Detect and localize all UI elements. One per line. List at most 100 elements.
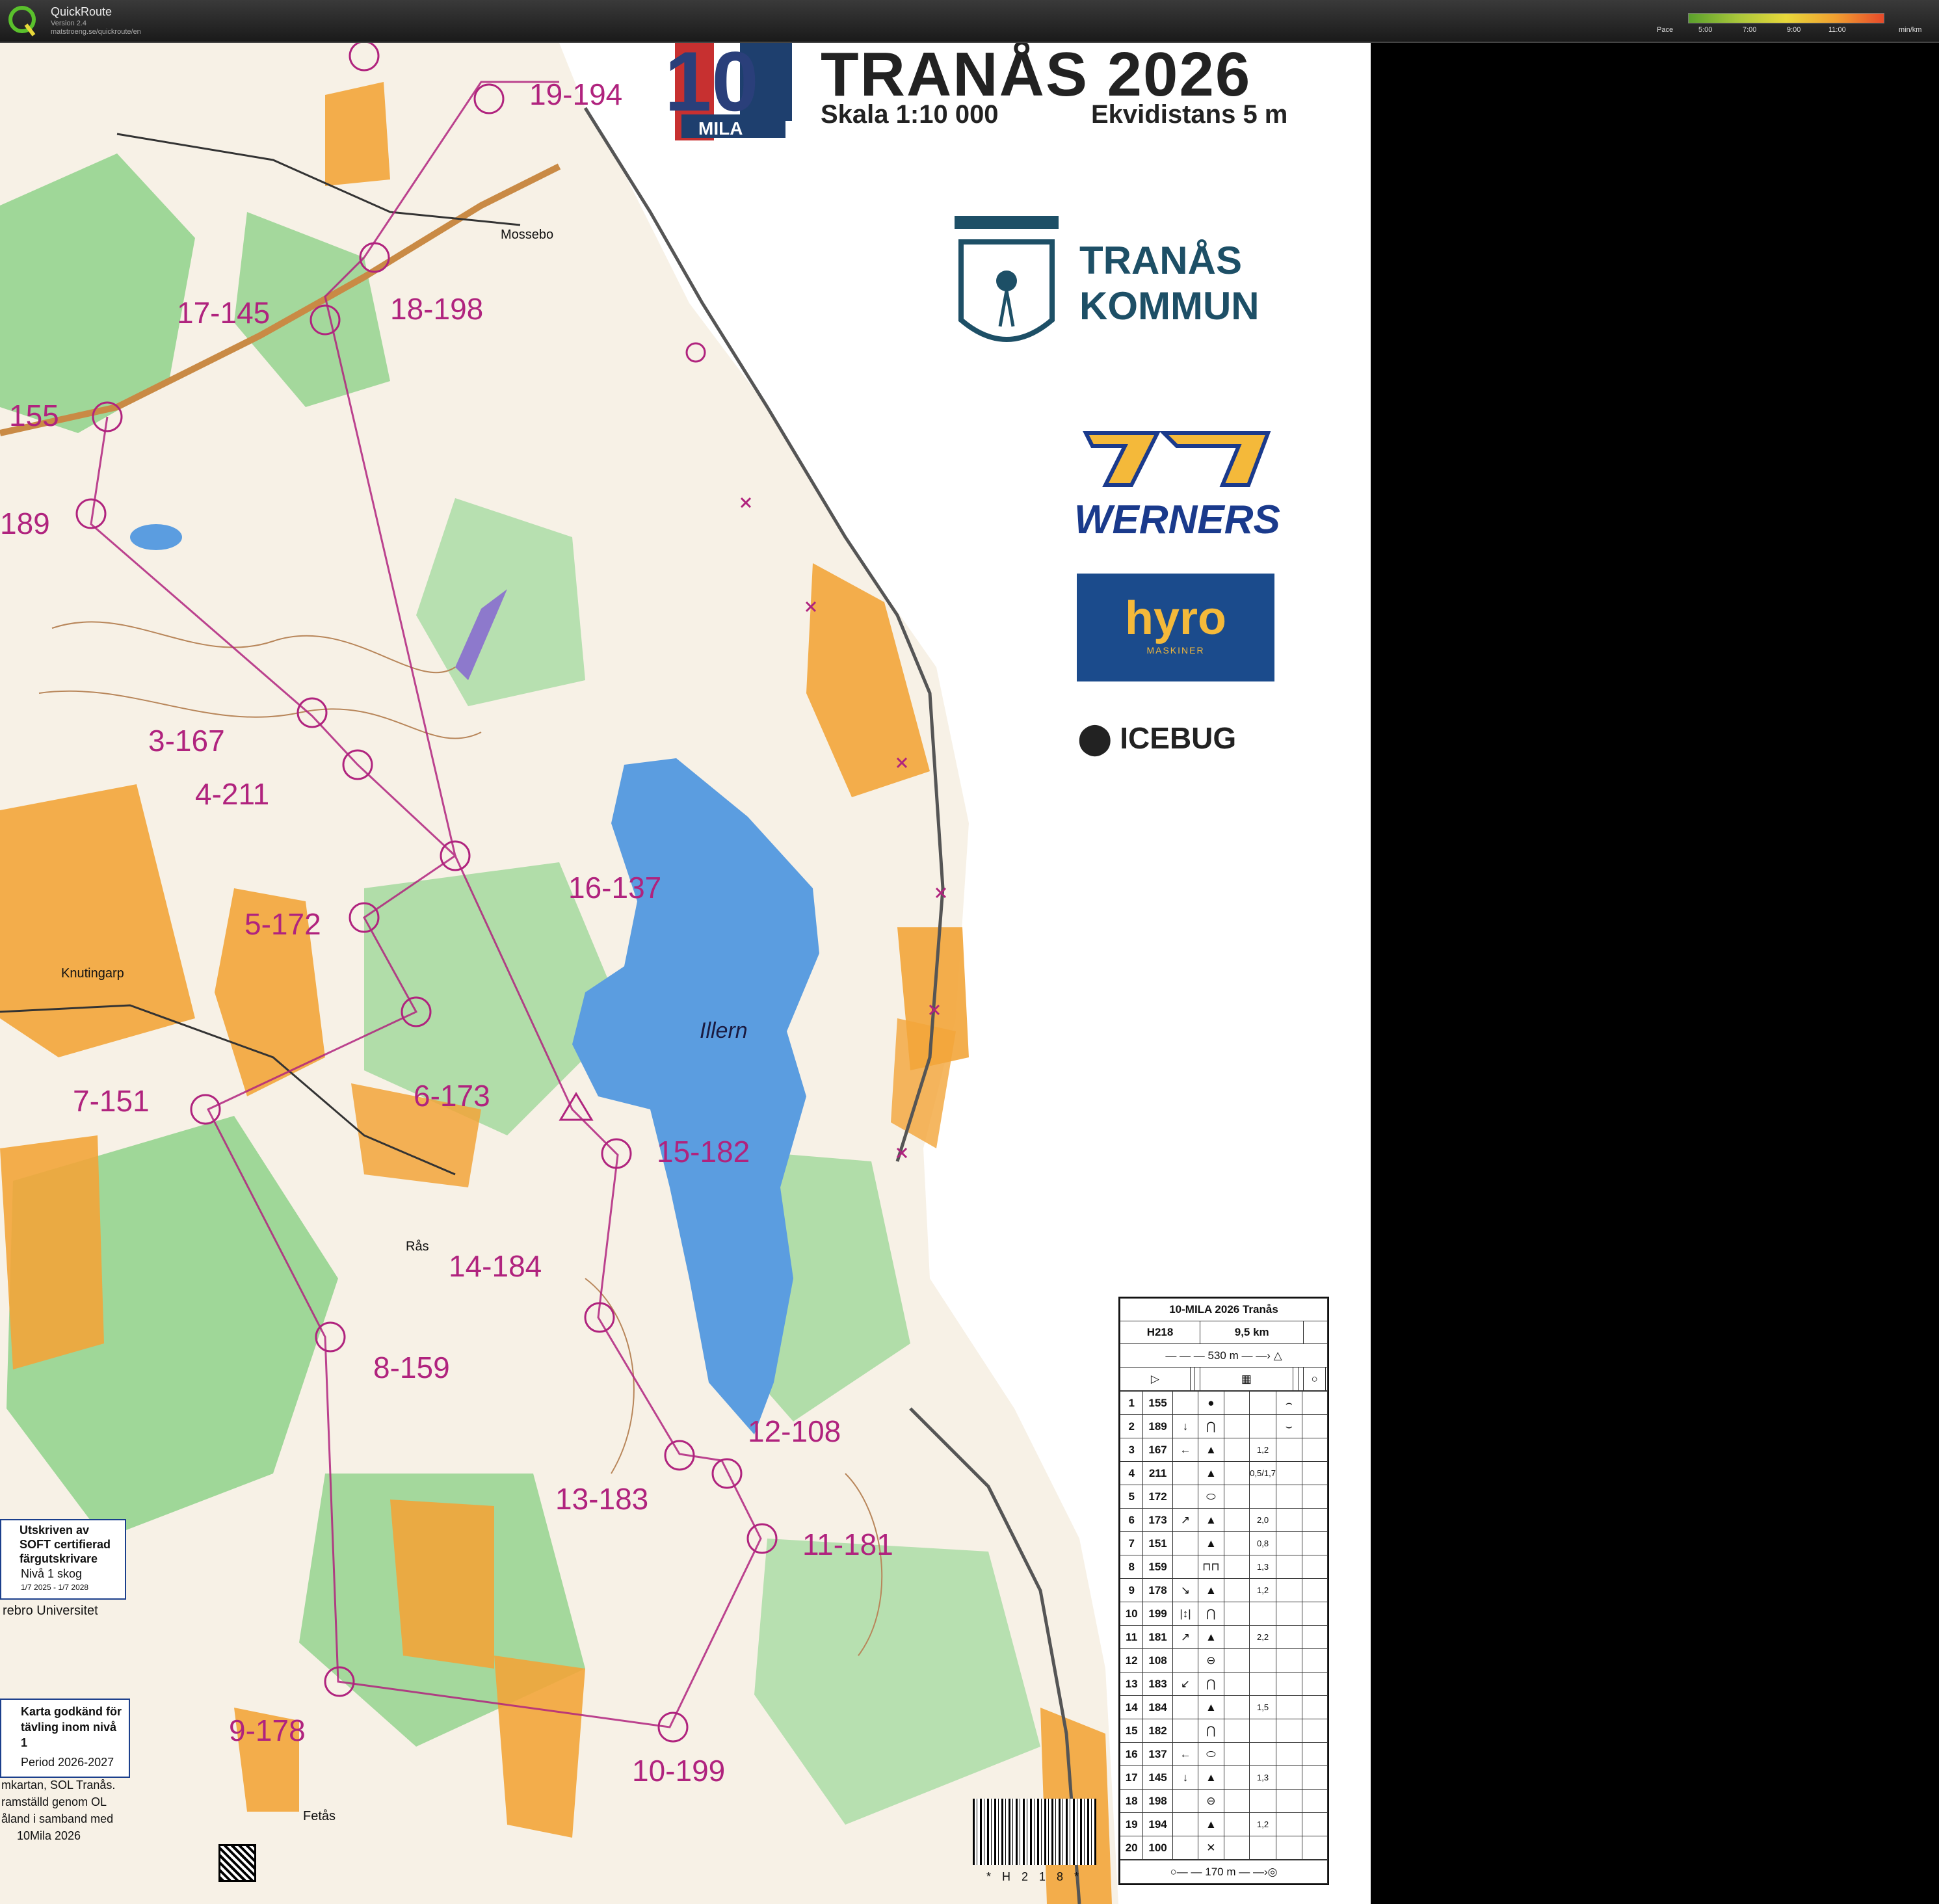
desc-appearance — [1223, 1742, 1250, 1766]
pace-tick-2: 7:00 — [1743, 26, 1757, 34]
desc-appearance — [1223, 1695, 1250, 1719]
desc-location — [1276, 1836, 1302, 1860]
desc-appearance — [1223, 1672, 1250, 1696]
desc-dimensions: 0,5/1,7 — [1248, 1461, 1277, 1485]
desc-location — [1276, 1531, 1302, 1555]
desc-location — [1276, 1485, 1302, 1509]
hyro-logo-text: hyro — [1124, 592, 1227, 644]
place-label-fetas: Fetås — [303, 1809, 336, 1823]
desc-other — [1301, 1789, 1328, 1813]
location-icon: ○ — [1303, 1367, 1326, 1391]
control-label: 16-137 — [568, 871, 662, 905]
desc-dimensions: 1,2 — [1248, 1578, 1277, 1602]
desc-location — [1276, 1695, 1302, 1719]
app-url[interactable]: matstroeng.se/quickroute/en — [51, 28, 141, 36]
approval-box: Karta godkänd för tävling inom nivå 1 Pe… — [0, 1699, 130, 1778]
desc-control-number: 9 — [1119, 1578, 1144, 1602]
desc-location — [1276, 1602, 1302, 1626]
control-label: 155 — [9, 399, 59, 432]
desc-class: H218 — [1119, 1321, 1201, 1344]
desc-direction — [1172, 1555, 1199, 1579]
desc-row: 4 211 ▲ 0,5/1,7 — [1119, 1461, 1328, 1485]
desc-control-number: 20 — [1119, 1836, 1144, 1860]
pace-tick-1: 5:00 — [1698, 26, 1713, 34]
desc-control-number: 14 — [1119, 1695, 1144, 1719]
desc-direction: ↗ — [1172, 1625, 1199, 1649]
desc-dimensions: 1,5 — [1248, 1695, 1277, 1719]
desc-appearance — [1223, 1555, 1250, 1579]
desc-feature: ▲ — [1198, 1531, 1224, 1555]
desc-control-number: 6 — [1119, 1508, 1144, 1532]
control-label: 13-183 — [555, 1482, 649, 1516]
desc-row: 8 159 ⊓⊓ 1,3 — [1119, 1555, 1328, 1579]
desc-other — [1301, 1438, 1328, 1462]
desc-location — [1276, 1742, 1302, 1766]
soft-certification-box: Utskriven av SOFT certifierad färgutskri… — [0, 1519, 126, 1600]
tranas-logo-line2: KOMMUN — [1079, 284, 1260, 328]
desc-other — [1301, 1648, 1328, 1673]
desc-feature: ⋂ — [1198, 1719, 1224, 1743]
desc-appearance — [1223, 1508, 1250, 1532]
barcode-text: * H 2 1 8 * — [986, 1870, 1083, 1883]
desc-other — [1301, 1625, 1328, 1649]
desc-control-code: 151 — [1142, 1531, 1173, 1555]
pace-color-scale[interactable] — [1688, 13, 1884, 23]
desc-appearance — [1223, 1812, 1250, 1836]
desc-appearance — [1223, 1789, 1250, 1813]
desc-control-code: 155 — [1142, 1391, 1173, 1415]
desc-dimensions — [1248, 1789, 1277, 1813]
desc-other — [1301, 1531, 1328, 1555]
approval-period: Period 2026-2027 — [21, 1756, 114, 1769]
credits-line: ramställd genom OL — [1, 1795, 107, 1808]
desc-row: 14 184 ▲ 1,5 — [1119, 1695, 1328, 1719]
control-label: 4-211 — [195, 777, 270, 811]
desc-appearance — [1223, 1485, 1250, 1509]
lake-label-illern: Illern — [700, 1018, 748, 1043]
desc-row: 12 108 ⊖ — [1119, 1648, 1328, 1673]
desc-row: 17 145 ↓ ▲ 1,3 — [1119, 1765, 1328, 1790]
desc-dimensions — [1248, 1414, 1277, 1438]
desc-control-number: 1 — [1119, 1391, 1144, 1415]
university-text: rebro Universitet — [3, 1604, 98, 1618]
desc-control-code: 173 — [1142, 1508, 1173, 1532]
desc-direction — [1172, 1719, 1199, 1743]
orienteering-map[interactable]: 10 MILA TRANÅS 20 2 6 Skala 1:10 000 Ekvid… — [0, 43, 1371, 1904]
desc-control-code: 172 — [1142, 1485, 1173, 1509]
desc-direction — [1172, 1485, 1199, 1509]
desc-feature: ▲ — [1198, 1812, 1224, 1836]
desc-control-code: 167 — [1142, 1438, 1173, 1462]
desc-control-number: 16 — [1119, 1742, 1144, 1766]
desc-location — [1276, 1765, 1302, 1790]
desc-row: 13 183 ↙ ⋂ — [1119, 1672, 1328, 1696]
soft-period: 1/7 2025 - 1/7 2028 — [21, 1583, 89, 1592]
credits-line: 10Mila 2026 — [17, 1829, 81, 1842]
desc-feature: ▲ — [1198, 1695, 1224, 1719]
desc-other — [1301, 1485, 1328, 1509]
desc-direction: ← — [1172, 1742, 1199, 1766]
desc-control-number: 11 — [1119, 1625, 1144, 1649]
desc-control-code: 199 — [1142, 1602, 1173, 1626]
desc-feature: ● — [1198, 1391, 1224, 1415]
place-label-knutingarp: Knutingarp — [61, 966, 124, 981]
desc-feature: ▲ — [1198, 1578, 1224, 1602]
desc-direction — [1172, 1695, 1199, 1719]
desc-direction: ↓ — [1172, 1765, 1199, 1790]
werners-logo-icon — [1083, 431, 1271, 487]
desc-direction — [1172, 1461, 1199, 1485]
desc-row: 1 155 ● ⌢ — [1119, 1391, 1328, 1415]
desc-direction — [1172, 1836, 1199, 1860]
desc-appearance — [1223, 1578, 1250, 1602]
icebug-bug-icon: ⬤ — [1078, 721, 1120, 755]
desc-appearance — [1223, 1414, 1250, 1438]
desc-appearance — [1223, 1391, 1250, 1415]
desc-location — [1276, 1719, 1302, 1743]
desc-location — [1276, 1555, 1302, 1579]
desc-feature: ⊖ — [1198, 1789, 1224, 1813]
tranas-coat-of-arms-icon — [955, 216, 1059, 342]
desc-feature: ⊖ — [1198, 1648, 1224, 1673]
title-bar: QuickRoute Version 2.4 matstroeng.se/qui… — [0, 0, 1939, 43]
desc-control-code: 184 — [1142, 1695, 1173, 1719]
map-equidistance: Ekvidistans 5 m — [1091, 100, 1288, 129]
desc-control-number: 18 — [1119, 1789, 1144, 1813]
control-label: 18-198 — [390, 292, 484, 326]
